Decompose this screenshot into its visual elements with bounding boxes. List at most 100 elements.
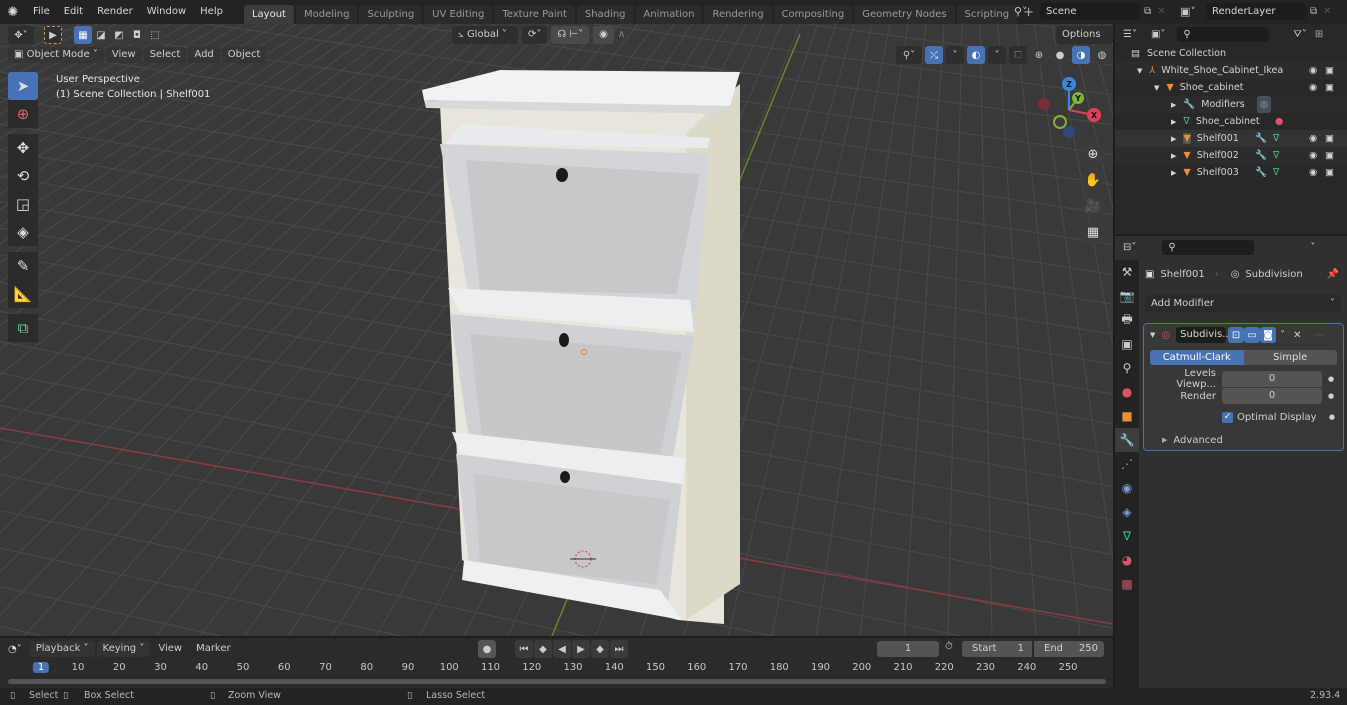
delete-scene-icon[interactable]: ✕ <box>1157 6 1165 17</box>
shading-solid-icon[interactable]: ● <box>1051 46 1069 64</box>
view-layer-field[interactable]: RenderLayer <box>1206 3 1306 20</box>
expand-arrow-icon[interactable]: ▶ <box>1171 101 1176 109</box>
scale-tool[interactable]: ◲ <box>8 190 38 218</box>
move-tool[interactable]: ✥ <box>8 134 38 162</box>
collapse-arrow-icon[interactable]: ▼ <box>1150 331 1155 339</box>
expand-arrow-icon[interactable]: ▼ <box>1137 67 1142 75</box>
texture-tab-icon[interactable]: ▩ <box>1115 572 1139 596</box>
particles-tab-icon[interactable]: ⋰ <box>1115 452 1139 476</box>
display-mode-icon[interactable]: ▣˅ <box>1151 29 1165 40</box>
gizmo-toggle-icon[interactable]: ⤯ <box>925 46 943 64</box>
add-cube-tool[interactable]: ⧉ <box>8 314 38 342</box>
tab-compositing[interactable]: Compositing <box>773 4 853 24</box>
shading-wireframe-icon[interactable]: ⊕ <box>1030 46 1048 64</box>
object-tab-icon[interactable]: ■ <box>1115 404 1139 428</box>
mode-dropdown[interactable]: ▣ Object Mode ˅ <box>8 47 104 63</box>
menu-edit[interactable]: Edit <box>57 0 90 24</box>
modifier-name-field[interactable]: Subdivis... <box>1176 327 1232 343</box>
tool-tab-icon[interactable]: ⚒ <box>1115 260 1139 284</box>
menu-render[interactable]: Render <box>90 0 140 24</box>
select-mode-invert-icon[interactable]: ◘ <box>128 26 146 44</box>
blender-logo-icon[interactable]: ✺ <box>0 5 26 20</box>
keyframe-dot-icon[interactable]: ● <box>1329 413 1335 421</box>
timeline-scrollbar[interactable] <box>8 679 1106 684</box>
mesh-data-icon[interactable]: ∇ <box>1273 130 1279 147</box>
tab-modeling[interactable]: Modeling <box>295 4 358 24</box>
scene-tab-icon[interactable]: ⚲ <box>1115 356 1139 380</box>
new-collection-icon[interactable]: ⊞ <box>1315 29 1323 40</box>
outliner-search-input[interactable]: ⚲ <box>1177 26 1270 42</box>
expand-arrow-icon[interactable]: ▶ <box>1171 152 1176 160</box>
expand-arrow-icon[interactable]: ▼ <box>1154 84 1159 92</box>
eye-icon[interactable]: ◉ <box>1309 164 1317 181</box>
options-dropdown[interactable]: Options ˅ <box>1056 26 1113 58</box>
expand-arrow-icon[interactable]: ▶ <box>1171 135 1176 143</box>
falloff-icon[interactable]: ∧ <box>618 26 625 44</box>
simple-option[interactable]: Simple <box>1243 350 1337 365</box>
tab-shading[interactable]: Shading <box>576 4 634 24</box>
wrench-icon[interactable]: 🔧 <box>1255 130 1267 147</box>
remove-modifier-icon[interactable]: ✕ <box>1293 330 1301 341</box>
visibility-dropdown-icon[interactable]: ⚲˅ <box>896 46 922 64</box>
physics-tab-icon[interactable]: ◉ <box>1115 476 1139 500</box>
shoe-cabinet-model[interactable] <box>410 64 750 634</box>
select-mode-extend-icon[interactable]: ◪ <box>92 26 110 44</box>
outliner-row[interactable]: ▶ ∇ Shoe_cabinet ● <box>1115 113 1347 130</box>
cursor-tool[interactable]: ⊕ <box>8 100 38 128</box>
perspective-toggle-icon[interactable]: ▦ <box>1081 220 1105 244</box>
eye-icon[interactable]: ◉ <box>1309 130 1317 147</box>
viewport-display-toggle-icon[interactable]: ▭ <box>1244 327 1261 343</box>
tab-animation[interactable]: Animation <box>635 4 703 24</box>
view-layer-tab-icon[interactable]: ▣ <box>1115 332 1139 356</box>
drag-handle-icon[interactable]: ⋯ <box>1314 330 1324 341</box>
rotate-tool[interactable]: ⟲ <box>8 162 38 190</box>
pin-icon[interactable]: 📌 <box>1327 269 1339 280</box>
render-toggle-icon[interactable]: ◙ <box>1260 327 1277 343</box>
menu-view[interactable]: View <box>105 47 142 63</box>
render-levels-field[interactable]: 0 <box>1222 388 1322 404</box>
menu-file[interactable]: File <box>26 0 57 24</box>
levels-viewport-field[interactable]: 0 <box>1222 371 1322 387</box>
menu-select[interactable]: Select <box>143 47 187 63</box>
select-mode-intersect-icon[interactable]: ⬚ <box>146 26 164 44</box>
add-modifier-dropdown[interactable]: Add Modifier ˅ <box>1145 295 1341 312</box>
measure-tool[interactable]: 📐 <box>8 280 38 308</box>
constraints-tab-icon[interactable]: ◈ <box>1115 500 1139 524</box>
edit-mode-toggle-icon[interactable]: ⊡ <box>1228 327 1245 343</box>
annotate-tool[interactable]: ✎ <box>8 252 38 280</box>
outliner-row-scene-collection[interactable]: ▤ Scene Collection <box>1115 45 1347 62</box>
camera-render-icon[interactable]: ▣ <box>1325 147 1334 164</box>
menu-help[interactable]: Help <box>193 0 230 24</box>
snap-toggle[interactable]: ☊ ⊢˅ <box>551 26 590 44</box>
scene-icon[interactable]: ⚲˅ <box>1014 5 1040 18</box>
tab-layout[interactable]: Layout <box>243 4 294 24</box>
data-tab-icon[interactable]: ∇ <box>1115 524 1139 548</box>
shading-rendered-icon[interactable]: ◍ <box>1093 46 1111 64</box>
current-frame-indicator[interactable]: 1 <box>32 662 50 673</box>
delete-view-layer-icon[interactable]: ✕ <box>1323 6 1331 17</box>
outliner-row-shelf003[interactable]: ▶ ▼ Shelf003 🔧 ∇ ◉ ▣ <box>1115 164 1347 181</box>
editor-type-icon[interactable]: ✥˅ <box>8 26 34 44</box>
overlay-dropdown[interactable]: ˅ <box>988 46 1006 64</box>
eye-icon[interactable]: ◉ <box>1309 62 1317 79</box>
mesh-data-icon[interactable]: ∇ <box>1273 164 1279 181</box>
output-tab-icon[interactable]: 🖶 <box>1115 308 1139 332</box>
keyframe-dot-icon[interactable]: ● <box>1328 375 1334 383</box>
new-view-layer-icon[interactable]: ⧉ <box>1310 6 1317 17</box>
material-icon[interactable]: ● <box>1275 113 1283 130</box>
mesh-data-icon[interactable]: ∇ <box>1273 147 1279 164</box>
keyframe-dot-icon[interactable]: ● <box>1328 392 1334 400</box>
outliner-row-shelf001[interactable]: ▶ ▼ Shelf001 🔧 ∇ ◉ ▣ <box>1115 130 1347 147</box>
wrench-icon[interactable]: 🔧 <box>1255 164 1267 181</box>
properties-search-input[interactable]: ⚲ <box>1162 239 1255 255</box>
eye-icon[interactable]: ◉ <box>1309 147 1317 164</box>
filter-icon[interactable]: ⛛˅ <box>1293 29 1306 40</box>
expand-arrow-icon[interactable]: ▶ <box>1171 118 1176 126</box>
material-tab-icon[interactable]: ◕ <box>1115 548 1139 572</box>
advanced-subpanel[interactable]: ▶ Advanced <box>1144 433 1343 447</box>
properties-editor-type-icon[interactable]: ⊟˅ <box>1123 242 1136 253</box>
select-box-tool[interactable]: ➤ <box>8 72 38 100</box>
subdivision-modifier-icon[interactable]: ◎ <box>1257 96 1272 113</box>
tab-rendering[interactable]: Rendering <box>704 4 772 24</box>
menu-window[interactable]: Window <box>140 0 193 24</box>
